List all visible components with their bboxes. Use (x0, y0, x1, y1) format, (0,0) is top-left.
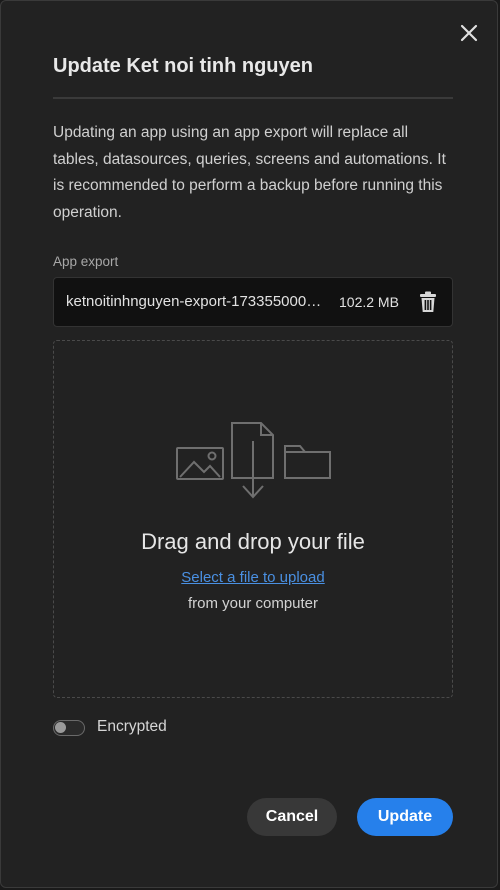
app-export-label: App export (53, 254, 119, 269)
modal-description: Updating an app using an app export will… (53, 124, 446, 221)
selected-file-row: ketnoitinhnguyen-export-1733550000000.ta… (53, 277, 453, 327)
file-name: ketnoitinhnguyen-export-1733550000000.ta… (66, 293, 328, 310)
trash-icon[interactable] (418, 291, 438, 313)
dropzone-title: Drag and drop your file (141, 529, 365, 554)
image-icon (176, 447, 224, 480)
update-app-modal: Update Ket noi tinh nguyen Updating an a… (0, 0, 498, 888)
select-file-link[interactable]: Select a file to upload (181, 569, 324, 586)
toggle-knob (55, 722, 66, 733)
encrypted-label: Encrypted (97, 718, 167, 735)
close-icon[interactable] (459, 23, 479, 43)
file-size: 102.2 MB (339, 294, 399, 310)
file-dropzone[interactable]: Drag and drop your file Select a file to… (53, 340, 453, 698)
cancel-button[interactable]: Cancel (247, 798, 337, 836)
update-button[interactable]: Update (357, 798, 453, 836)
file-download-icon (231, 422, 274, 499)
title-divider (53, 97, 453, 99)
encrypted-toggle[interactable] (53, 720, 85, 736)
dropzone-subtitle: from your computer (187, 595, 319, 612)
folder-icon (284, 445, 331, 479)
modal-title: Update Ket noi tinh nguyen (53, 55, 313, 77)
upload-illustration (174, 421, 332, 501)
select-file-link-row: Select a file to upload (54, 569, 452, 586)
